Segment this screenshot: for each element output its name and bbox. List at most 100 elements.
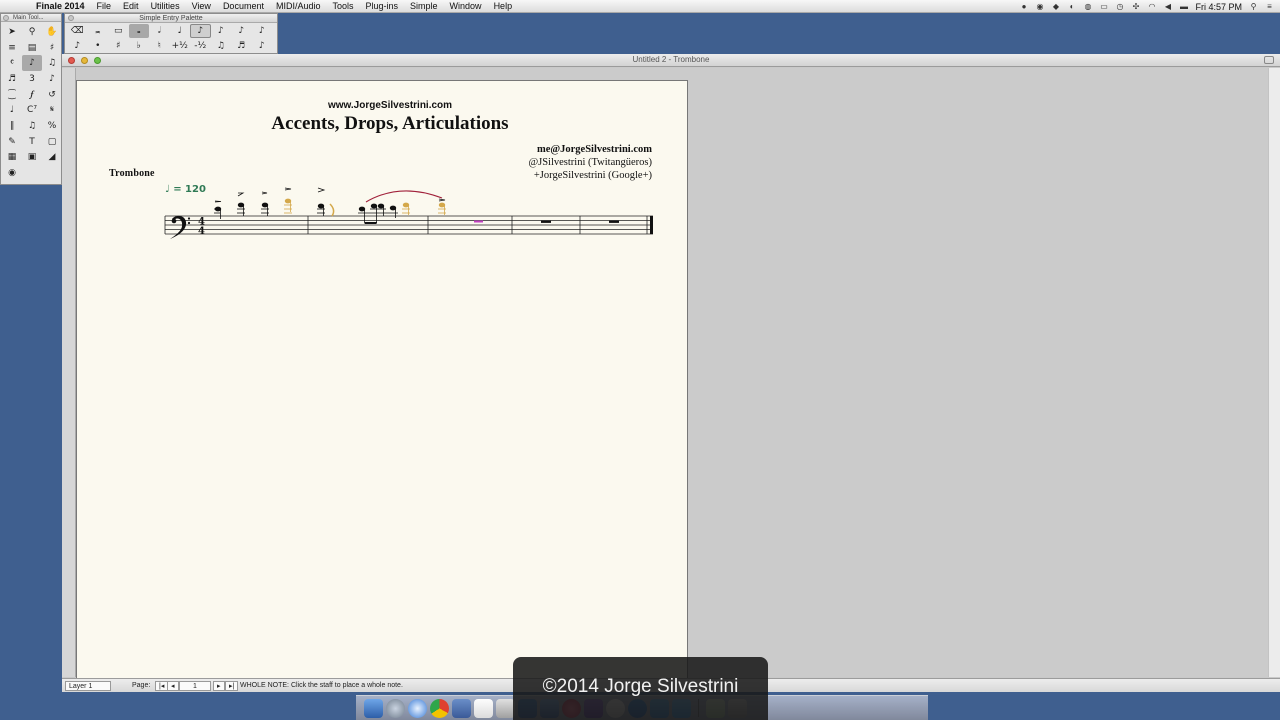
document-title-bar[interactable]: Untitled 2 - Trombone [62, 54, 1280, 67]
safari-icon[interactable] [408, 698, 427, 718]
skype-icon[interactable]: ◉ [1035, 2, 1044, 11]
battery-icon[interactable]: ▬ [1179, 2, 1188, 11]
notification-icon[interactable]: ● [1019, 2, 1028, 11]
note [358, 206, 366, 212]
whole-note-icon[interactable]: 𝅝 [128, 23, 149, 38]
fall-mark [329, 203, 335, 217]
dot-icon[interactable]: • [88, 39, 109, 53]
half-step-down-icon[interactable]: -½ [190, 39, 211, 53]
double-whole-note-icon[interactable]: 𝅜 [88, 24, 109, 38]
menu-midi-audio[interactable]: MIDI/Audio [270, 1, 327, 11]
menu-document[interactable]: Document [217, 1, 270, 11]
smart-shape-icon[interactable]: ⁐ [2, 87, 22, 103]
tuplet-tool-icon[interactable]: 3 [22, 71, 42, 87]
half-note-icon[interactable]: 𝅗𝅥 [149, 24, 170, 38]
page-layout-icon[interactable]: ▣ [22, 150, 42, 166]
key-signature-icon[interactable]: ♯ [42, 40, 62, 56]
bluetooth-icon[interactable]: ✣ [1131, 2, 1140, 11]
calendar-icon[interactable] [474, 698, 493, 718]
resize-tool-icon[interactable]: ◢ [42, 150, 62, 166]
trombone-staff[interactable]: 4 4 [160, 180, 660, 242]
simple-entry-icon[interactable]: ♪ [22, 55, 42, 72]
mail-icon[interactable] [452, 698, 471, 718]
score-title: Accents, Drops, Articulations [271, 113, 509, 134]
fullscreen-icon[interactable] [1264, 56, 1274, 64]
tuplet-icon[interactable]: ♬ [231, 39, 252, 53]
palette-title: Main Tool... [13, 15, 44, 21]
half-step-up-icon[interactable]: +½ [170, 39, 191, 53]
clef-tool-icon[interactable]: ♬ [2, 71, 22, 87]
midi-tool-icon[interactable]: ◉ [2, 165, 22, 181]
main-tool-palette: Main Tool... ➤ ⚲ ✋ ≡ ▤ ♯ 𝄴 ♪ ♫ ♬ 3 ♪ ⁐ 𝆑… [0, 13, 62, 185]
page-label: Page: [132, 682, 151, 689]
note-mover-icon[interactable]: ♫ [22, 118, 42, 134]
whole-rest [541, 220, 551, 223]
repeat-tool-icon[interactable]: 𝄋 [42, 102, 62, 118]
measure-tool-icon[interactable]: ▤ [22, 40, 42, 56]
sixteenth-note-icon[interactable]: ♪ [211, 24, 232, 38]
dropbox-icon[interactable]: ◆ [1051, 2, 1060, 11]
quarter-note-icon[interactable]: ♩ [170, 24, 191, 38]
eraser-icon[interactable]: ⌫ [67, 24, 88, 38]
menu-file[interactable]: File [91, 1, 118, 11]
notification-center-icon[interactable]: ≡ [1265, 2, 1274, 11]
hyperscribe-icon[interactable]: ♪ [42, 71, 62, 87]
screen-icon[interactable]: ▭ [1099, 2, 1108, 11]
last-page-button[interactable]: ▸| [225, 681, 239, 691]
palette-close-button[interactable] [68, 15, 74, 21]
hand-grabber-icon[interactable]: ✋ [42, 24, 62, 40]
evernote-icon[interactable]: ◍ [1083, 2, 1092, 11]
menu-tools[interactable]: Tools [327, 1, 360, 11]
time-signature-icon[interactable]: 𝄴 [2, 55, 22, 71]
graphics-tool-icon[interactable]: ▢ [42, 134, 62, 150]
text-tool-icon[interactable]: T [22, 134, 42, 150]
thirty-second-note-icon[interactable]: ♪ [231, 24, 252, 38]
menu-simple[interactable]: Simple [404, 1, 444, 11]
expression-tool-icon[interactable]: 𝆑 [22, 87, 42, 103]
menu-window[interactable]: Window [444, 1, 488, 11]
launchpad-icon[interactable] [386, 698, 405, 718]
menu-utilities[interactable]: Utilities [145, 1, 186, 11]
time-machine-icon[interactable]: ◷ [1115, 2, 1124, 11]
grace-icon[interactable]: ♪ [252, 39, 273, 53]
eighth-note-icon[interactable]: ♪ [190, 23, 211, 38]
speedy-entry-icon[interactable]: ♫ [42, 55, 62, 71]
slur [365, 190, 443, 203]
sharp-icon[interactable]: ♯ [108, 39, 129, 53]
flat-icon[interactable]: ♭ [129, 39, 150, 53]
chord-tool-icon[interactable]: C⁷ [22, 102, 42, 118]
page-number-field[interactable]: 1 [179, 681, 211, 691]
grace-note-icon[interactable]: ♪ [67, 39, 88, 53]
menu-app-name[interactable]: Finale 2014 [26, 1, 91, 11]
previous-page-button[interactable]: ◂ [167, 681, 179, 691]
palette-close-button[interactable] [3, 15, 9, 21]
chrome-icon[interactable] [430, 698, 449, 718]
articulation-tool-icon[interactable]: ↺ [42, 87, 62, 103]
wifi-icon[interactable]: ◠ [1147, 2, 1156, 11]
breve-icon[interactable]: ▭ [108, 24, 129, 38]
mass-edit-icon[interactable]: ▦ [2, 150, 22, 166]
clock[interactable]: Fri 4:57 PM [1195, 2, 1242, 12]
tie-icon[interactable]: ♫ [211, 39, 232, 53]
special-tools-icon[interactable]: ✎ [2, 134, 22, 150]
spotlight-icon[interactable]: ⚲ [1249, 2, 1258, 11]
sync-icon[interactable]: ◐ [1067, 2, 1076, 11]
menu-plug-ins[interactable]: Plug-ins [360, 1, 405, 11]
menu-edit[interactable]: Edit [117, 1, 145, 11]
zoom-tool-icon[interactable]: ⚲ [22, 24, 42, 40]
window-title: Untitled 2 - Trombone [632, 55, 710, 64]
sixty-fourth-note-icon[interactable]: ♪ [252, 24, 273, 38]
percent-tool-icon[interactable]: % [42, 118, 62, 134]
finder-icon[interactable] [364, 698, 383, 718]
lyrics-tool-icon[interactable]: ♩ [2, 102, 22, 118]
selection-tool-icon[interactable]: ➤ [2, 24, 22, 40]
vertical-scrollbar[interactable] [1268, 68, 1280, 677]
next-page-button[interactable]: ▸ [213, 681, 225, 691]
menu-help[interactable]: Help [488, 1, 519, 11]
natural-icon[interactable]: ♮ [149, 39, 170, 53]
staff-tool-icon[interactable]: ≡ [2, 40, 22, 56]
menu-view[interactable]: View [186, 1, 217, 11]
layer-select[interactable]: Layer 1 [65, 681, 111, 691]
mirror-tool-icon[interactable]: ∥ [2, 118, 22, 134]
volume-icon[interactable]: ◀ [1163, 2, 1172, 11]
